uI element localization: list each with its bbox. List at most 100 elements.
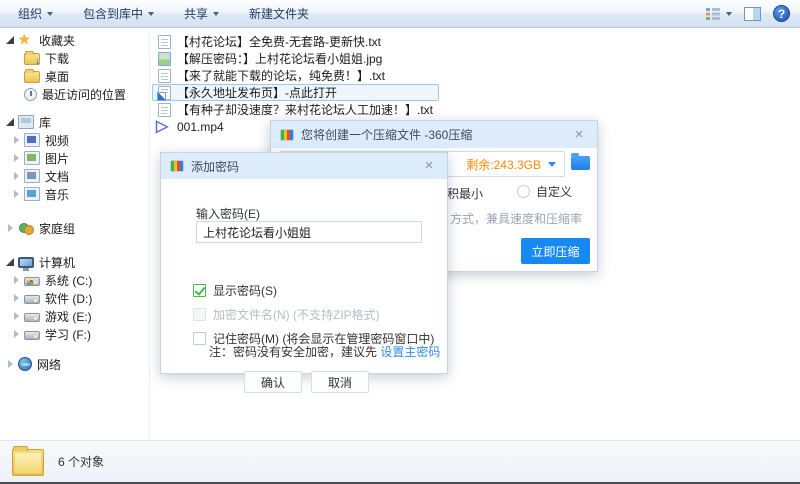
file-row[interactable]: 【来了就能下载的论坛，纯免费！】.txt bbox=[152, 67, 439, 84]
compress-dialog-title: 您将创建一个压缩文件 -360压缩 bbox=[301, 126, 472, 143]
sidebar-item-label: 视频 bbox=[45, 132, 69, 149]
network-icon bbox=[18, 357, 32, 371]
checkbox-label: 显示密码(S) bbox=[213, 282, 277, 299]
sidebar-item-videos[interactable]: 视频 bbox=[0, 131, 149, 149]
sidebar-item-label: 库 bbox=[39, 114, 51, 131]
sidebar-item-drive-e[interactable]: 游戏 (E:) bbox=[0, 307, 149, 325]
documents-library-icon bbox=[24, 169, 40, 183]
include-in-library-label: 包含到库中 bbox=[83, 5, 143, 22]
expand-triangle-icon[interactable] bbox=[10, 172, 22, 180]
sidebar-item-homegroup[interactable]: 家庭组 bbox=[0, 219, 149, 237]
file-row-selected[interactable]: 【永久地址发布页】-点此打开 bbox=[152, 84, 439, 101]
share-label: 共享 bbox=[184, 5, 208, 22]
new-folder-label: 新建文件夹 bbox=[249, 5, 309, 22]
browse-folder-icon[interactable] bbox=[571, 156, 590, 170]
expand-triangle-icon[interactable] bbox=[10, 294, 22, 302]
text-file-icon bbox=[158, 103, 171, 117]
text-file-icon bbox=[158, 35, 171, 49]
checkbox-label: 加密文件名(N) (不支持ZIP格式) bbox=[213, 306, 380, 323]
sidebar-item-computer[interactable]: 计算机 bbox=[0, 253, 149, 271]
collapse-triangle-icon[interactable] bbox=[4, 36, 16, 44]
sidebar-item-documents[interactable]: 文档 bbox=[0, 167, 149, 185]
expand-triangle-icon[interactable] bbox=[10, 276, 22, 284]
sidebar-item-label: 最近访问的位置 bbox=[42, 86, 126, 103]
preview-pane-button[interactable] bbox=[744, 7, 761, 21]
sidebar-item-pictures[interactable]: 图片 bbox=[0, 149, 149, 167]
file-row[interactable]: 【解压密码：】上村花论坛看小姐姐.jpg bbox=[152, 50, 439, 67]
checkbox-icon[interactable] bbox=[193, 332, 206, 345]
file-name: 【有种子却没速度？来村花论坛人工加速！】.txt bbox=[177, 101, 433, 118]
expand-triangle-icon[interactable] bbox=[10, 136, 22, 144]
sidebar-item-music[interactable]: 音乐 bbox=[0, 185, 149, 203]
password-dialog-title: 添加密码 bbox=[191, 158, 239, 175]
sidebar-item-label: 收藏夹 bbox=[39, 32, 75, 49]
close-icon[interactable]: × bbox=[420, 157, 438, 175]
explorer-window: { "toolbar": { "organize": "组织", "includ… bbox=[0, 0, 800, 484]
password-dialog-titlebar: 添加密码 × bbox=[161, 153, 447, 179]
expand-triangle-icon[interactable] bbox=[4, 360, 16, 368]
note-text: 注：密码没有安全加密，建议先 bbox=[209, 345, 380, 359]
sidebar-item-label: 软件 (D:) bbox=[45, 290, 92, 307]
drive-icon bbox=[24, 313, 40, 322]
password-label: 输入密码(E) bbox=[196, 205, 260, 222]
expand-triangle-icon[interactable] bbox=[4, 224, 16, 232]
new-folder-button[interactable]: 新建文件夹 bbox=[241, 1, 317, 26]
sidebar-item-recent-places[interactable]: 最近访问的位置 bbox=[0, 85, 149, 103]
help-icon[interactable]: ? bbox=[773, 5, 790, 22]
show-password-checkbox-row[interactable]: 显示密码(S) bbox=[193, 281, 277, 299]
close-icon[interactable]: × bbox=[570, 126, 588, 144]
sidebar-item-label: 游戏 (E:) bbox=[45, 308, 92, 325]
sidebar-item-label: 系统 (C:) bbox=[45, 272, 92, 289]
sidebar-item-label: 网络 bbox=[37, 356, 61, 373]
sidebar-item-label: 桌面 bbox=[45, 68, 69, 85]
organize-menu[interactable]: 组织 bbox=[10, 1, 61, 26]
chevron-down-icon[interactable] bbox=[548, 162, 556, 167]
download-folder-icon bbox=[24, 53, 40, 65]
system-drive-icon bbox=[24, 277, 40, 286]
checkbox-disabled-icon bbox=[193, 308, 206, 321]
set-master-password-link[interactable]: 设置主密码 bbox=[380, 345, 440, 359]
file-name: 001.mp4 bbox=[177, 120, 224, 134]
radio-icon[interactable] bbox=[517, 185, 530, 198]
file-name: 【解压密码：】上村花论坛看小姐姐.jpg bbox=[177, 50, 382, 67]
include-in-library-menu[interactable]: 包含到库中 bbox=[75, 1, 162, 26]
expand-triangle-icon[interactable] bbox=[10, 190, 22, 198]
change-view-button[interactable] bbox=[705, 7, 732, 21]
remaining-space-label: 剩余:243.3GB bbox=[466, 156, 541, 173]
file-row[interactable]: 【有种子却没速度？来村花论坛人工加速！】.txt bbox=[152, 101, 439, 118]
sidebar-item-favorites[interactable]: 收藏夹 bbox=[0, 31, 149, 49]
share-menu[interactable]: 共享 bbox=[176, 1, 227, 26]
sidebar-item-network[interactable]: 网络 bbox=[0, 355, 149, 373]
preview-pane-icon bbox=[744, 7, 761, 21]
checkbox-checked-icon[interactable] bbox=[193, 284, 206, 297]
recent-places-icon bbox=[24, 88, 37, 101]
password-note: 注：密码没有安全加密，建议先 设置主密码 bbox=[209, 343, 440, 360]
sidebar-item-libraries[interactable]: 库 bbox=[0, 113, 149, 131]
favorites-star-icon bbox=[18, 33, 34, 47]
homegroup-icon bbox=[18, 221, 34, 235]
views-icon bbox=[705, 7, 721, 21]
confirm-button[interactable]: 确认 bbox=[244, 371, 302, 393]
expand-triangle-icon[interactable] bbox=[10, 154, 22, 162]
sidebar-item-label: 文档 bbox=[45, 168, 69, 185]
file-row[interactable]: 【村花论坛】全免费-无套路-更新快.txt bbox=[152, 33, 439, 50]
expand-triangle-icon[interactable] bbox=[10, 312, 22, 320]
sidebar-item-downloads[interactable]: 下载 bbox=[0, 49, 149, 67]
sidebar-item-label: 计算机 bbox=[39, 254, 75, 271]
cancel-button[interactable]: 取消 bbox=[311, 371, 369, 393]
password-input[interactable] bbox=[196, 221, 422, 243]
sidebar-item-desktop[interactable]: 桌面 bbox=[0, 67, 149, 85]
sidebar-item-drive-c[interactable]: 系统 (C:) bbox=[0, 271, 149, 289]
option-custom[interactable]: 自定义 bbox=[517, 183, 572, 200]
drive-icon bbox=[24, 295, 40, 304]
collapse-triangle-icon[interactable] bbox=[4, 118, 16, 126]
chevron-down-icon bbox=[148, 12, 154, 16]
sidebar-item-drive-d[interactable]: 软件 (D:) bbox=[0, 289, 149, 307]
desktop-folder-icon bbox=[24, 71, 40, 83]
collapse-triangle-icon[interactable] bbox=[4, 258, 16, 266]
expand-triangle-icon[interactable] bbox=[10, 330, 22, 338]
360zip-app-icon bbox=[170, 160, 184, 172]
sidebar-item-drive-f[interactable]: 学习 (F:) bbox=[0, 325, 149, 343]
encrypt-filename-checkbox-row[interactable]: 加密文件名(N) (不支持ZIP格式) bbox=[193, 305, 380, 323]
compress-now-button[interactable]: 立即压缩 bbox=[521, 238, 590, 264]
